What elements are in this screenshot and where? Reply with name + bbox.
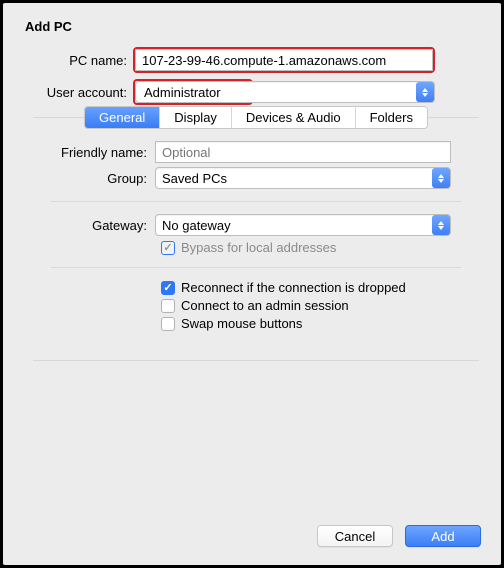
bypass-label: Bypass for local addresses	[181, 240, 336, 255]
pc-name-row: PC name:	[3, 49, 501, 71]
user-account-highlight: Administrator	[135, 81, 251, 103]
swap-mouse-label: Swap mouse buttons	[181, 316, 302, 331]
user-account-row: User account: Administrator	[3, 81, 501, 103]
gateway-value: No gateway	[162, 218, 231, 233]
tab-display[interactable]: Display	[160, 107, 232, 128]
pc-name-label: PC name:	[3, 53, 135, 68]
add-button[interactable]: Add	[405, 525, 481, 547]
bypass-row: Bypass for local addresses	[161, 240, 479, 255]
group-select[interactable]: Saved PCs	[155, 167, 451, 189]
friendly-name-row: Friendly name:	[33, 141, 479, 163]
friendly-name-input[interactable]	[155, 141, 451, 163]
swap-mouse-checkbox[interactable]	[161, 317, 175, 331]
bypass-checkbox	[161, 241, 175, 255]
tab-folders[interactable]: Folders	[356, 107, 427, 128]
tab-devices-audio[interactable]: Devices & Audio	[232, 107, 356, 128]
divider	[51, 267, 461, 268]
add-pc-dialog: Add PC PC name: User account: Administra…	[3, 3, 501, 565]
admin-session-row: Connect to an admin session	[161, 298, 479, 313]
chevron-updown-icon	[416, 82, 434, 102]
pc-name-input[interactable]	[135, 49, 433, 71]
dialog-footer: Cancel Add	[317, 525, 481, 547]
reconnect-row: Reconnect if the connection is dropped	[161, 280, 479, 295]
user-account-label: User account:	[3, 85, 135, 100]
admin-session-checkbox[interactable]	[161, 299, 175, 313]
user-account-value: Administrator	[135, 81, 251, 103]
group-row: Group: Saved PCs	[33, 167, 479, 189]
dialog-title: Add PC	[3, 3, 501, 46]
divider	[51, 201, 461, 202]
reconnect-checkbox[interactable]	[161, 281, 175, 295]
user-account-select[interactable]	[249, 81, 435, 103]
settings-panel: General Display Devices & Audio Folders …	[33, 117, 479, 361]
chevron-updown-icon	[432, 215, 450, 235]
group-value: Saved PCs	[162, 171, 227, 186]
friendly-name-label: Friendly name:	[33, 145, 155, 160]
cancel-button[interactable]: Cancel	[317, 525, 393, 547]
pc-name-highlight	[135, 49, 433, 71]
admin-session-label: Connect to an admin session	[181, 298, 349, 313]
gateway-select[interactable]: No gateway	[155, 214, 451, 236]
swap-mouse-row: Swap mouse buttons	[161, 316, 479, 331]
gateway-row: Gateway: No gateway	[33, 214, 479, 236]
reconnect-label: Reconnect if the connection is dropped	[181, 280, 406, 295]
tab-bar: General Display Devices & Audio Folders	[84, 106, 428, 129]
group-label: Group:	[33, 171, 155, 186]
chevron-updown-icon	[432, 168, 450, 188]
gateway-label: Gateway:	[33, 218, 155, 233]
tab-general[interactable]: General	[85, 107, 160, 128]
